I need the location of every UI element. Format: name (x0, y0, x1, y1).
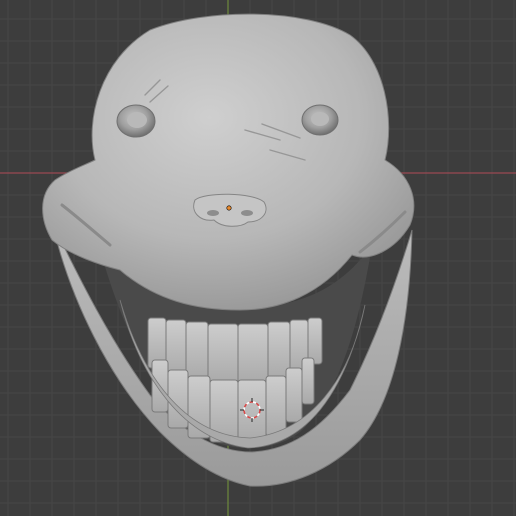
3d-viewport[interactable] (0, 0, 516, 516)
sculpt-model[interactable] (0, 0, 516, 516)
left-eye-highlight (127, 112, 147, 128)
right-nostril (241, 210, 253, 216)
object-origin-marker[interactable] (226, 205, 232, 211)
left-nostril (207, 210, 219, 216)
right-eye-highlight (311, 112, 329, 126)
